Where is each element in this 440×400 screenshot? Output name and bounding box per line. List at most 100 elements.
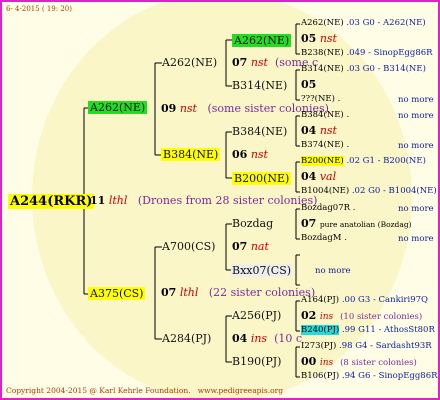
gen4-row-13-no-more: no more [398, 204, 434, 214]
root-queen: A244(RKR) [8, 194, 95, 209]
queen-label: B238(NE) [301, 48, 344, 58]
mating-station: val [319, 170, 337, 183]
gen1-queen-bottom: A375(CS) [88, 287, 146, 300]
mating-station: nst [319, 32, 337, 45]
gen4-row-19: I273(PJ) .98 G4 - Sardasht93R [301, 342, 432, 351]
lineage-text: . [337, 94, 341, 104]
gen3-bozdag-queen: Bozdag [232, 217, 274, 230]
sister-colonies-note: (10 sister colonies) [340, 312, 423, 322]
gen4-row-7-no-more: no more [398, 111, 434, 121]
gen4-row-8: 04 nst [301, 125, 337, 136]
queen-label: Bozdag07R [301, 203, 351, 213]
lineage-text: .03 G0 - A262(NE) [346, 18, 426, 28]
gen3-b384-queen: B384(NE) [232, 125, 288, 138]
mating-year: 06 [232, 148, 248, 161]
site-link[interactable]: www.pedigreeapis.org [198, 386, 283, 395]
queen-label: ???(NE) [301, 94, 335, 104]
lineage-text: .94 G6 - SinopEgg86R [341, 371, 438, 381]
header-date: 6- 4-2015 ( 19: 20) [6, 5, 72, 13]
mating-year: 05 [301, 32, 317, 45]
sister-colonies-note: (22 sister colonies) [208, 286, 316, 299]
sister-colonies-note: (Drones from 28 sister colonies) [137, 194, 318, 207]
mating-station: lthl [108, 194, 128, 207]
gen2-b384-queen: B384(NE) [161, 148, 221, 161]
gen4-row-11: 04 val [301, 171, 336, 182]
gen2-a700-queen: A700(CS) [162, 240, 216, 253]
gen4-row-17: 02 ins (10 sister colonies) [301, 310, 422, 322]
gen4-row-3: B238(NE) .049 - SinopEgg86R [301, 49, 433, 58]
gen4-row-6: ???(NE) . [301, 95, 340, 104]
gen1-mating: 11 lthl (Drones from 28 sister colonies) [90, 195, 317, 206]
mating-station: nst [319, 124, 337, 137]
mating-station: ins [319, 358, 334, 368]
lineage-text: . [346, 110, 350, 120]
lineage-text: . [346, 140, 350, 150]
mating-year: 04 [301, 170, 317, 183]
lineage-text: .00 G3 - Cankiri97Q [341, 295, 429, 305]
mating-year: 07 [301, 217, 317, 230]
gen3-bxx07-no-more: no more [315, 266, 351, 276]
sister-colonies-note: (10 c [274, 332, 303, 345]
mating-year: 09 [161, 102, 177, 115]
gen4-row-6-no-more: no more [398, 95, 434, 105]
gen4-row-21: B106(PJ) .94 G6 - SinopEgg86R [301, 372, 438, 381]
mating-station: lthl [179, 286, 199, 299]
queen-label: B384(NE) [301, 110, 344, 120]
lineage-text: . [352, 203, 356, 213]
gen4-row-7: B384(NE) . [301, 111, 349, 120]
gen4-row-10: B200(NE) .02 G1 - B200(NE) [301, 156, 426, 166]
lineage-text: .98 G4 - Sardasht93R [339, 341, 432, 351]
gen2-a375-mating: 07 lthl (22 sister colonies) [161, 287, 315, 298]
gen4-row-13: Bozdag07R . [301, 204, 355, 213]
gen1-queen-top: A262(NE) [88, 101, 148, 114]
mating-year: 04 [232, 332, 248, 345]
gen4-row-12: B1004(NE) .02 G0 - B1004(NE) [301, 187, 437, 196]
gen4-row-9: B374(NE) . [301, 141, 349, 150]
queen-label: BozdagM [301, 233, 342, 243]
lineage-text: .049 - SinopEgg86R [346, 48, 433, 58]
mating-year: 04 [301, 124, 317, 137]
gen4-row-15-no-more: no more [398, 234, 434, 244]
pedigree-chart: 6- 4-2015 ( 19: 20) A244(RKR) A262(NE) 1… [0, 0, 440, 400]
gen3-a700-mating: 07 nat [232, 241, 269, 252]
gen3-b314-queen: B314(NE) [232, 79, 288, 92]
queen-label: I273(PJ) [301, 341, 337, 351]
mating-year: 05 [301, 78, 317, 91]
gen4-row-1: A262(NE) .03 G0 - A262(NE) [301, 19, 426, 28]
mating-year: 07 [232, 56, 248, 69]
gen3-a284-mating: 04 ins (10 c [232, 333, 302, 344]
mating-station: ins [250, 332, 268, 345]
gen3-bxx07-queen: Bxx07(CS) [231, 264, 293, 277]
gen4-row-2: 05 nst [301, 33, 337, 44]
gen3-b384-mating: 06 nst [232, 149, 268, 160]
mating-year: 11 [90, 194, 106, 207]
lineage-text: .99 G11 - AthosSt80R [341, 325, 435, 335]
gen4-row-15: BozdagM . [301, 234, 347, 243]
gen3-a256-queen: A256(PJ) [232, 309, 282, 322]
queen-label: B240(PJ) [301, 325, 340, 335]
queen-label: A262(NE) [301, 18, 344, 28]
queen-label: A164(PJ) [301, 295, 340, 305]
copyright-text: Copyright 2004-2015 @ Karl Kehrle Founda… [6, 386, 191, 395]
queen-label: B1004(NE) [301, 186, 350, 196]
lineage-text: .03 G0 - B314(NE) [346, 64, 426, 74]
mating-note: pure anatolian (Bozdag) [319, 220, 412, 229]
gen2-a284-queen: A284(PJ) [162, 332, 212, 345]
lineage-text: . [344, 233, 347, 243]
queen-label: B314(NE) [301, 64, 344, 74]
gen2-a262-queen: A262(NE) [162, 56, 218, 69]
gen4-row-14: 07 pure anatolian (Bozdag) [301, 218, 412, 229]
mating-station: nat [250, 240, 269, 253]
mating-station: ins [319, 312, 334, 322]
gen3-b190-queen: B190(PJ) [232, 355, 282, 368]
queen-label: B200(NE) [301, 156, 344, 166]
lineage-text: .02 G0 - B1004(NE) [351, 186, 437, 196]
mating-year: 02 [301, 309, 317, 322]
gen4-row-5: 05 [301, 79, 316, 90]
mating-year: 07 [161, 286, 177, 299]
footer: Copyright 2004-2015 @ Karl Kehrle Founda… [6, 387, 283, 395]
mating-station: nst [179, 102, 197, 115]
queen-label: B106(PJ) [301, 371, 340, 381]
gen4-row-18: B240(PJ) .99 G11 - AthosSt80R [301, 325, 435, 335]
gen4-row-16: A164(PJ) .00 G3 - Cankiri97Q [301, 296, 428, 305]
